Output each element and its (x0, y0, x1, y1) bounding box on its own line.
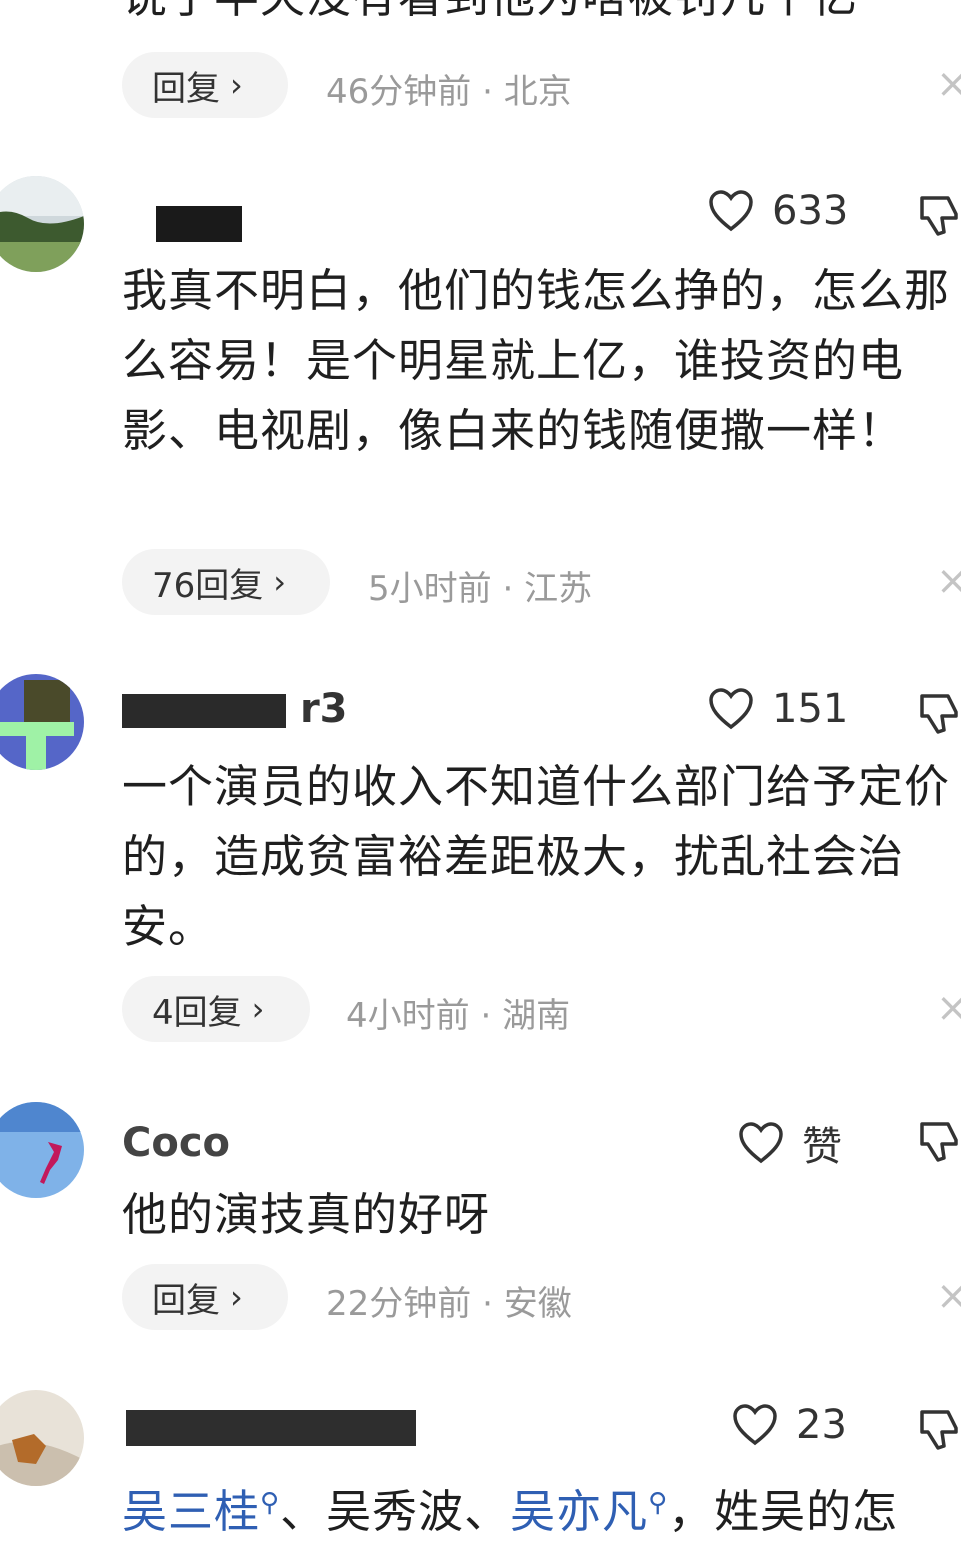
reply-button[interactable]: 回复 › (122, 1264, 288, 1330)
comment-meta: 46分钟前 · 北京 (326, 64, 572, 113)
like-count: 633 (772, 188, 849, 234)
comment-time: 22分钟前 (326, 1284, 472, 1324)
close-icon[interactable]: × (936, 64, 961, 104)
thumbs-down-icon (920, 694, 958, 734)
search-icon: ⚲ (648, 1488, 669, 1518)
like-count: 23 (796, 1402, 847, 1448)
mention-text: 吴三桂 (122, 1485, 261, 1538)
reply-button[interactable]: 回复 › (122, 52, 288, 118)
reply-button[interactable]: 4回复 › (122, 976, 310, 1042)
reply-label: 76回复 (152, 565, 264, 606)
dislike-button[interactable] (918, 1118, 961, 1168)
meta-separator: · (482, 72, 493, 112)
username[interactable]: Coco (122, 1120, 230, 1166)
reply-label: 4回复 (152, 992, 242, 1033)
comment-text: 我真不明白，他们的钱怎么挣的，怎么那么容易！是个明星就上亿，谁投资的电影、电视剧… (122, 264, 951, 457)
comment-text: 吴三桂⚲、吴秀波、吴亦凡⚲，姓吴的怎 (122, 1468, 961, 1547)
mention-link[interactable]: 吴三桂⚲ (122, 1485, 280, 1538)
like-button[interactable]: 151 (708, 686, 848, 732)
comment-time: 4小时前 (346, 996, 470, 1036)
meta-separator: · (502, 569, 514, 609)
close-icon[interactable]: × (936, 988, 961, 1028)
comment-meta: 5小时前 · 江苏 (368, 561, 592, 610)
username-redacted (122, 694, 286, 728)
mention-text: 吴亦凡 (510, 1485, 649, 1538)
close-icon[interactable]: × (936, 1276, 961, 1316)
comment-meta: 4小时前 · 湖南 (346, 988, 570, 1037)
search-icon: ⚲ (260, 1488, 281, 1518)
text-segment: ，姓吴的怎 (668, 1485, 899, 1538)
meta-separator: · (480, 996, 492, 1036)
chevron-right-icon: › (230, 66, 243, 104)
thumbs-down-icon (920, 196, 958, 236)
heart-icon (709, 190, 753, 232)
comment-location: 江苏 (524, 569, 593, 609)
dislike-button[interactable] (918, 690, 961, 740)
like-count: 赞 (802, 1124, 842, 1170)
like-button[interactable]: 赞 (738, 1114, 842, 1172)
chevron-right-icon: › (273, 563, 287, 601)
thumbs-down-icon (920, 1122, 958, 1162)
like-button[interactable]: 23 (732, 1402, 847, 1448)
avatar[interactable] (0, 674, 84, 770)
comment-text: 他的演技真的好呀 (122, 1188, 491, 1241)
reply-label: 回复 (152, 1280, 220, 1321)
heart-icon (709, 688, 753, 730)
dislike-button[interactable] (918, 192, 961, 242)
avatar[interactable] (0, 1102, 84, 1198)
heart-icon (733, 1404, 777, 1446)
username-redacted (156, 206, 242, 242)
mention-link[interactable]: 吴亦凡⚲ (510, 1485, 668, 1538)
comment-time: 46分钟前 (326, 72, 472, 112)
like-button[interactable]: 633 (708, 188, 848, 234)
comment-meta: 22分钟前 · 安徽 (326, 1276, 572, 1325)
dislike-button[interactable] (918, 1406, 961, 1456)
meta-separator: · (482, 1284, 493, 1324)
username[interactable]: r3 (122, 686, 348, 732)
like-count: 151 (772, 686, 849, 732)
username-text: r3 (299, 686, 348, 732)
avatar[interactable] (0, 176, 84, 272)
chevron-right-icon: › (251, 990, 265, 1028)
heart-icon (739, 1122, 783, 1164)
text-segment: 、吴秀波、 (280, 1485, 511, 1538)
comment-location: 北京 (503, 72, 572, 112)
comment-text: 说了半天没有看到他为啥被罚几个亿 (122, 0, 952, 32)
avatar[interactable] (0, 1390, 84, 1486)
thumbs-down-icon (920, 1410, 958, 1450)
comment-time: 5小时前 (368, 569, 492, 609)
close-icon[interactable]: × (936, 561, 961, 601)
comment-location: 安徽 (503, 1284, 572, 1324)
comment-text: 一个演员的收入不知道什么部门给予定价的，造成贫富裕差距极大，扰乱社会治安。 (122, 760, 951, 953)
chevron-right-icon: › (230, 1278, 243, 1316)
reply-button[interactable]: 76回复 › (122, 549, 330, 615)
comment-location: 湖南 (502, 996, 571, 1036)
username-redacted (126, 1410, 416, 1446)
reply-label: 回复 (152, 68, 220, 109)
